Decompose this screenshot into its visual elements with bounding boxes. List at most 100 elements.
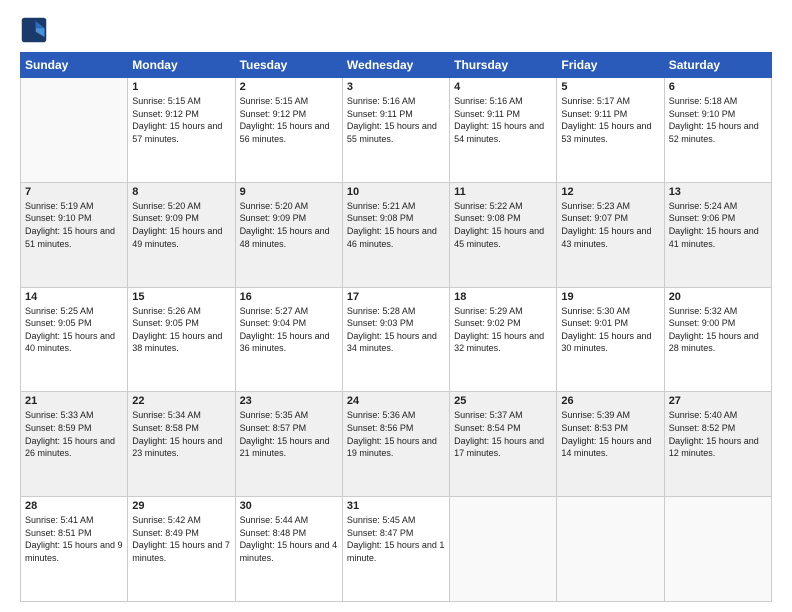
- day-info: Sunrise: 5:15 AMSunset: 9:12 PMDaylight:…: [240, 95, 338, 145]
- day-number: 11: [454, 186, 552, 198]
- calendar-week-row: 7 Sunrise: 5:19 AMSunset: 9:10 PMDaylight…: [21, 182, 772, 287]
- calendar-cell: [664, 497, 771, 602]
- day-info: Sunrise: 5:45 AMSunset: 8:47 PMDaylight:…: [347, 514, 445, 564]
- calendar-cell: 13Sunrise: 5:24 AMSunset: 9:06 PMDayligh…: [664, 182, 771, 287]
- day-number: 10: [347, 186, 445, 198]
- weekday-header-wednesday: Wednesday: [342, 53, 449, 78]
- day-info: Sunrise: 5:21 AMSunset: 9:08 PMDaylight:…: [347, 200, 445, 250]
- day-info: Sunrise: 5:17 AMSunset: 9:11 PMDaylight:…: [561, 95, 659, 145]
- day-info: Sunrise: 5:44 AMSunset: 8:48 PMDaylight:…: [240, 514, 338, 564]
- day-info: Sunrise: 5:25 AMSunset: 9:05 PMDaylight:…: [25, 305, 123, 355]
- calendar-week-row: 1 Sunrise: 5:15 AMSunset: 9:12 PMDaylight…: [21, 78, 772, 183]
- calendar-cell: 3Sunrise: 5:16 AMSunset: 9:11 PMDaylight…: [342, 78, 449, 183]
- calendar-cell: 22 Sunrise: 5:34 AMSunset: 8:58 PMDayligh…: [128, 392, 235, 497]
- day-info: Sunrise: 5:16 AMSunset: 9:11 PMDaylight:…: [454, 95, 552, 145]
- day-number: 17: [347, 291, 445, 303]
- calendar-cell: 27 Sunrise: 5:40 AMSunset: 8:52 PMDayligh…: [664, 392, 771, 497]
- calendar-cell: 30 Sunrise: 5:44 AMSunset: 8:48 PMDayligh…: [235, 497, 342, 602]
- calendar-cell: 1 Sunrise: 5:15 AMSunset: 9:12 PMDaylight…: [128, 78, 235, 183]
- day-info: Sunrise: 5:30 AMSunset: 9:01 PMDaylight:…: [561, 305, 659, 355]
- day-info: Sunrise: 5:33 AMSunset: 8:59 PMDaylight:…: [25, 409, 123, 459]
- calendar-cell: 25 Sunrise: 5:37 AMSunset: 8:54 PMDayligh…: [450, 392, 557, 497]
- weekday-header-saturday: Saturday: [664, 53, 771, 78]
- day-number: 24: [347, 395, 445, 407]
- day-number: 6: [669, 81, 767, 93]
- calendar-cell: 17 Sunrise: 5:28 AMSunset: 9:03 PMDayligh…: [342, 287, 449, 392]
- day-number: 9: [240, 186, 338, 198]
- calendar-cell: 2Sunrise: 5:15 AMSunset: 9:12 PMDaylight…: [235, 78, 342, 183]
- day-info: Sunrise: 5:36 AMSunset: 8:56 PMDaylight:…: [347, 409, 445, 459]
- day-info: Sunrise: 5:29 AMSunset: 9:02 PMDaylight:…: [454, 305, 552, 355]
- calendar-cell: 7 Sunrise: 5:19 AMSunset: 9:10 PMDaylight…: [21, 182, 128, 287]
- day-info: Sunrise: 5:40 AMSunset: 8:52 PMDaylight:…: [669, 409, 767, 459]
- calendar-cell: 11 Sunrise: 5:22 AMSunset: 9:08 PMDayligh…: [450, 182, 557, 287]
- weekday-header-monday: Monday: [128, 53, 235, 78]
- calendar-week-row: 28 Sunrise: 5:41 AMSunset: 8:51 PMDayligh…: [21, 497, 772, 602]
- calendar-cell: [450, 497, 557, 602]
- day-number: 23: [240, 395, 338, 407]
- day-number: 4: [454, 81, 552, 93]
- calendar-cell: [557, 497, 664, 602]
- calendar-cell: 31 Sunrise: 5:45 AMSunset: 8:47 PMDayligh…: [342, 497, 449, 602]
- day-number: 20: [669, 291, 767, 303]
- day-number: 13: [669, 186, 767, 198]
- header: [20, 16, 772, 44]
- day-number: 3: [347, 81, 445, 93]
- day-number: 5: [561, 81, 659, 93]
- logo-icon: [20, 16, 48, 44]
- calendar-cell: 15Sunrise: 5:26 AMSunset: 9:05 PMDayligh…: [128, 287, 235, 392]
- calendar-page: SundayMondayTuesdayWednesdayThursdayFrid…: [0, 0, 792, 612]
- day-number: 25: [454, 395, 552, 407]
- calendar-cell: 5 Sunrise: 5:17 AMSunset: 9:11 PMDaylight…: [557, 78, 664, 183]
- calendar-cell: 4 Sunrise: 5:16 AMSunset: 9:11 PMDaylight…: [450, 78, 557, 183]
- calendar-cell: 16 Sunrise: 5:27 AMSunset: 9:04 PMDayligh…: [235, 287, 342, 392]
- day-info: Sunrise: 5:27 AMSunset: 9:04 PMDaylight:…: [240, 305, 338, 355]
- weekday-header-friday: Friday: [557, 53, 664, 78]
- day-info: Sunrise: 5:19 AMSunset: 9:10 PMDaylight:…: [25, 200, 123, 250]
- day-number: 15: [132, 291, 230, 303]
- day-number: 12: [561, 186, 659, 198]
- calendar-cell: 6 Sunrise: 5:18 AMSunset: 9:10 PMDaylight…: [664, 78, 771, 183]
- calendar-cell: [21, 78, 128, 183]
- day-number: 30: [240, 500, 338, 512]
- day-number: 31: [347, 500, 445, 512]
- day-info: Sunrise: 5:22 AMSunset: 9:08 PMDaylight:…: [454, 200, 552, 250]
- calendar-cell: 26 Sunrise: 5:39 AMSunset: 8:53 PMDayligh…: [557, 392, 664, 497]
- calendar-cell: 10 Sunrise: 5:21 AMSunset: 9:08 PMDayligh…: [342, 182, 449, 287]
- weekday-header-sunday: Sunday: [21, 53, 128, 78]
- weekday-header-row: SundayMondayTuesdayWednesdayThursdayFrid…: [21, 53, 772, 78]
- day-number: 28: [25, 500, 123, 512]
- day-info: Sunrise: 5:15 AMSunset: 9:12 PMDaylight:…: [132, 95, 230, 145]
- calendar-table: SundayMondayTuesdayWednesdayThursdayFrid…: [20, 52, 772, 602]
- day-number: 19: [561, 291, 659, 303]
- day-info: Sunrise: 5:20 AMSunset: 9:09 PMDaylight:…: [240, 200, 338, 250]
- day-number: 16: [240, 291, 338, 303]
- day-info: Sunrise: 5:23 AMSunset: 9:07 PMDaylight:…: [561, 200, 659, 250]
- day-number: 29: [132, 500, 230, 512]
- day-number: 21: [25, 395, 123, 407]
- calendar-week-row: 14Sunrise: 5:25 AMSunset: 9:05 PMDayligh…: [21, 287, 772, 392]
- day-info: Sunrise: 5:35 AMSunset: 8:57 PMDaylight:…: [240, 409, 338, 459]
- weekday-header-tuesday: Tuesday: [235, 53, 342, 78]
- calendar-cell: 8Sunrise: 5:20 AMSunset: 9:09 PMDaylight…: [128, 182, 235, 287]
- calendar-cell: 20Sunrise: 5:32 AMSunset: 9:00 PMDayligh…: [664, 287, 771, 392]
- day-info: Sunrise: 5:28 AMSunset: 9:03 PMDaylight:…: [347, 305, 445, 355]
- calendar-cell: 23 Sunrise: 5:35 AMSunset: 8:57 PMDayligh…: [235, 392, 342, 497]
- day-info: Sunrise: 5:39 AMSunset: 8:53 PMDaylight:…: [561, 409, 659, 459]
- calendar-cell: 19 Sunrise: 5:30 AMSunset: 9:01 PMDayligh…: [557, 287, 664, 392]
- logo: [20, 16, 52, 44]
- day-info: Sunrise: 5:18 AMSunset: 9:10 PMDaylight:…: [669, 95, 767, 145]
- calendar-cell: 28 Sunrise: 5:41 AMSunset: 8:51 PMDayligh…: [21, 497, 128, 602]
- day-info: Sunrise: 5:37 AMSunset: 8:54 PMDaylight:…: [454, 409, 552, 459]
- calendar-cell: 29Sunrise: 5:42 AMSunset: 8:49 PMDayligh…: [128, 497, 235, 602]
- day-number: 26: [561, 395, 659, 407]
- day-info: Sunrise: 5:20 AMSunset: 9:09 PMDaylight:…: [132, 200, 230, 250]
- day-info: Sunrise: 5:34 AMSunset: 8:58 PMDaylight:…: [132, 409, 230, 459]
- day-info: Sunrise: 5:41 AMSunset: 8:51 PMDaylight:…: [25, 514, 123, 564]
- calendar-cell: 9 Sunrise: 5:20 AMSunset: 9:09 PMDaylight…: [235, 182, 342, 287]
- calendar-cell: 14Sunrise: 5:25 AMSunset: 9:05 PMDayligh…: [21, 287, 128, 392]
- day-number: 22: [132, 395, 230, 407]
- day-number: 27: [669, 395, 767, 407]
- day-number: 7: [25, 186, 123, 198]
- day-number: 1: [132, 81, 230, 93]
